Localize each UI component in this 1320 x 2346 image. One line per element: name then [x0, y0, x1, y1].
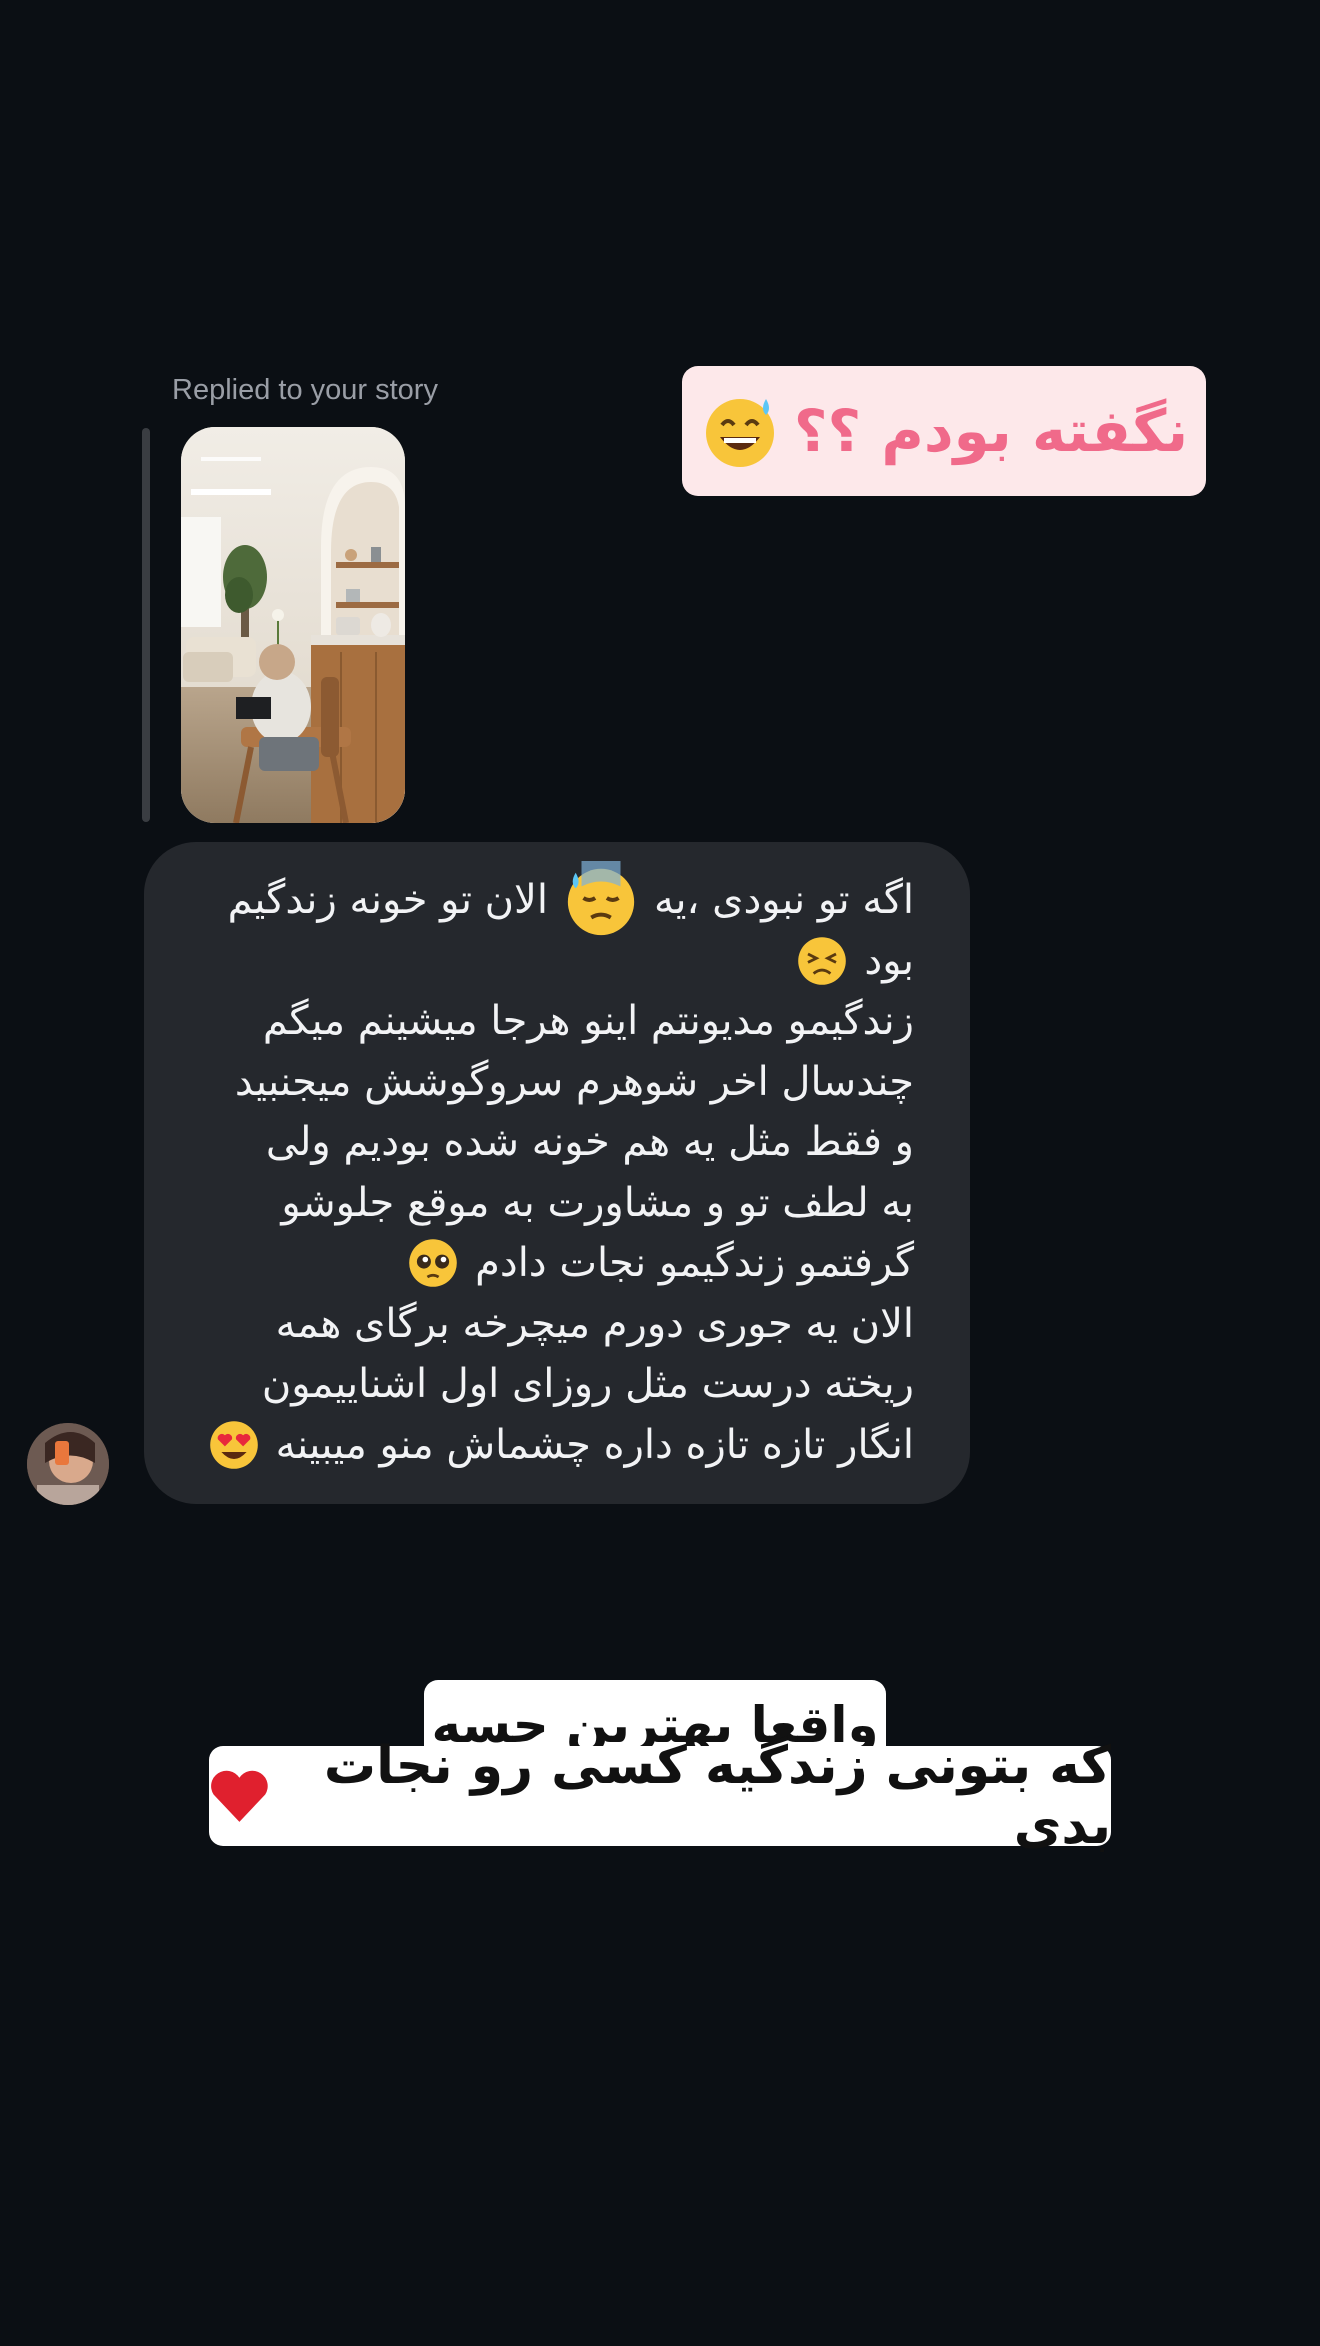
story-image	[181, 427, 405, 823]
message-line: گرفتمو زندگیمو نجات دادم	[180, 1233, 914, 1294]
story-reply-label: Replied to your story	[172, 374, 438, 406]
message-line: بود	[180, 931, 914, 992]
message-line: چندسال اخر شوهرم سروگوشش میجنبید	[234, 1058, 914, 1105]
caption-line-2: که بتونی زندگیه کسی رو نجات بدی	[209, 1736, 1111, 1856]
avatar-image	[27, 1423, 109, 1505]
reply-sticker: نگفته بودم ؟؟	[682, 366, 1206, 496]
sender-avatar[interactable]	[27, 1423, 109, 1505]
message-line: اگه تو نبودی ،یه الان تو خونه زندگیم	[180, 861, 914, 936]
message-line: زندگیمو مدیونتم اینو هرجا میشینم میگم	[262, 998, 914, 1044]
reply-indicator-bar	[142, 428, 150, 822]
message-line: و فقط مثل یه هم خونه شده بودیم ولی	[265, 1119, 914, 1165]
message-line: به لطف تو و مشاورت به موقع جلوشو	[281, 1179, 914, 1226]
grinning-face-with-sweat-icon	[705, 399, 774, 467]
message-line: انگار تازه تازه داره چشماش منو میبینه	[180, 1415, 914, 1476]
red-heart-icon	[211, 1770, 268, 1822]
smiling-face-with-heart-eyes-icon	[209, 1420, 258, 1469]
story-thumbnail[interactable]	[181, 427, 405, 823]
message-line: ریخته درست مثل روزای اول اشناییمون	[261, 1361, 914, 1407]
message-line: الان یه جوری دورم میچرخه برگای همه	[275, 1300, 914, 1347]
sticker-text: نگفته بودم ؟؟	[793, 397, 1189, 465]
persevering-face-icon	[798, 936, 847, 985]
downcast-face-with-sweat-icon	[567, 861, 635, 936]
message-bubble[interactable]: اگه تو نبودی ،یه الان تو خونه زندگیم بود…	[144, 842, 970, 1504]
pleading-face-icon	[409, 1239, 457, 1288]
